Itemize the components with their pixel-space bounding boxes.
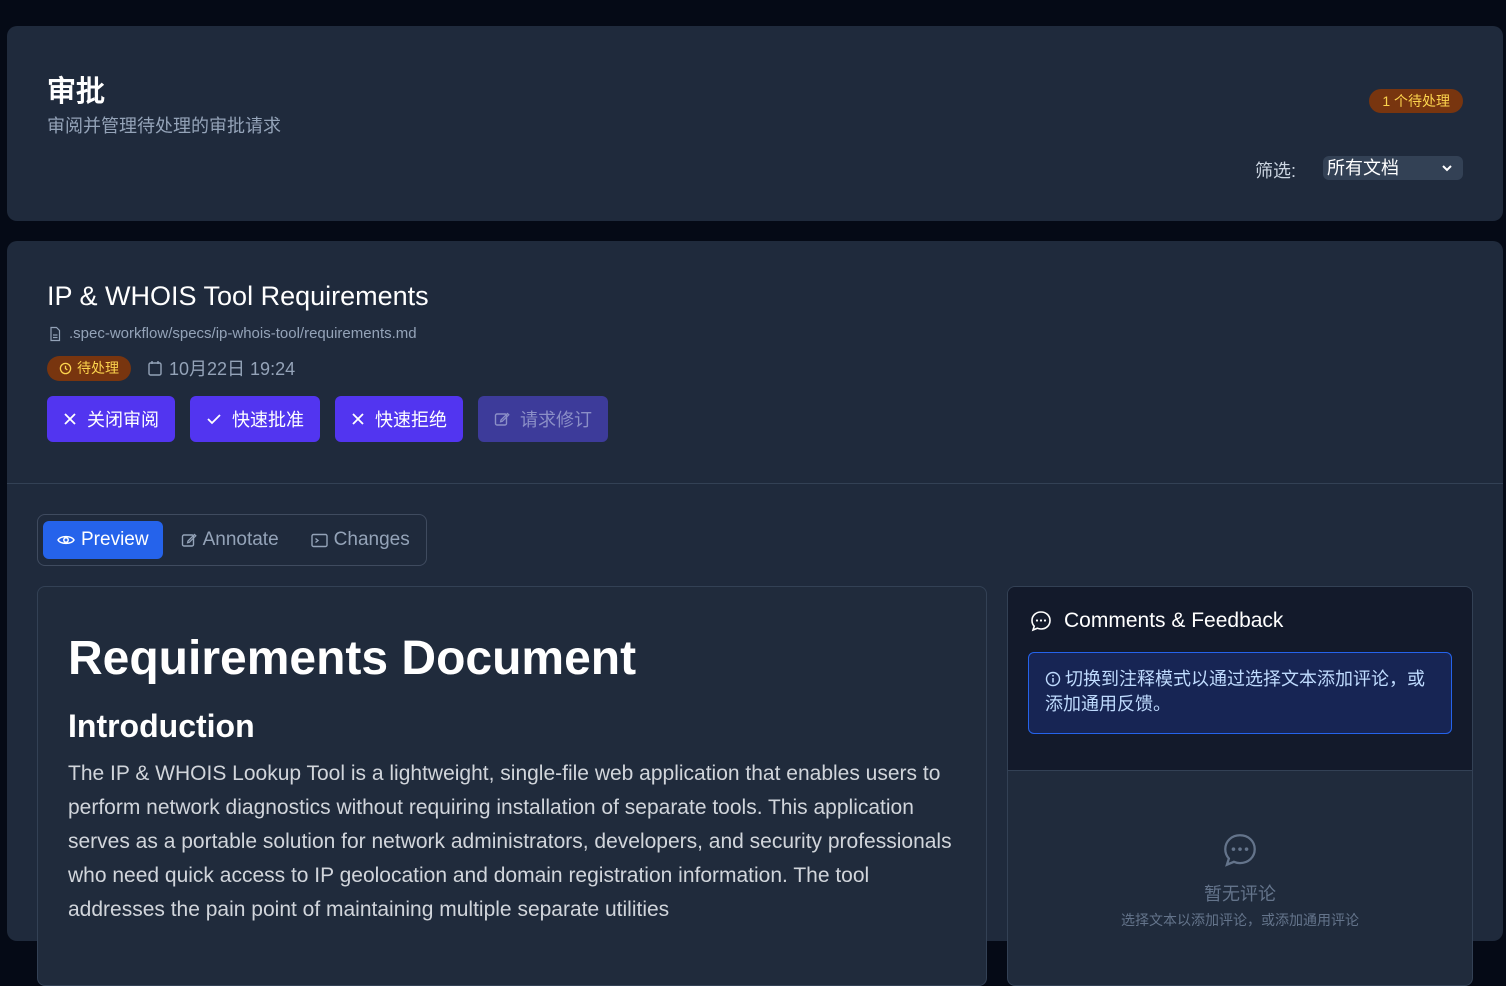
approval-card: IP & WHOIS Tool Requirements .spec-workf… <box>7 241 1503 986</box>
quick-reject-button[interactable]: 快速拒绝 <box>335 396 463 442</box>
document-heading: Requirements Document <box>68 632 637 685</box>
clock-icon <box>59 362 72 375</box>
no-comments-title: 暂无评论 <box>1204 884 1276 904</box>
chat-bubble-icon <box>1008 832 1472 868</box>
comments-title-text: Comments & Feedback <box>1064 609 1284 632</box>
request-date-text: 10月22日 19:24 <box>169 359 296 379</box>
document-paragraph: The IP & WHOIS Lookup Tool is a lightwei… <box>68 762 952 921</box>
tab-annotate-label: Annotate <box>202 529 279 550</box>
request-revision-label: 请求修订 <box>520 410 592 430</box>
edit-icon <box>181 532 197 548</box>
quick-approve-label: 快速批准 <box>232 410 304 430</box>
filter-label: 筛选: <box>1255 161 1297 181</box>
comments-header: Comments & Feedback 切换到注释模式以通过选择文本添加评论，或… <box>1008 587 1472 771</box>
section-divider <box>7 483 1503 484</box>
quick-approve-button[interactable]: 快速批准 <box>190 396 320 442</box>
tab-preview[interactable]: Preview <box>43 521 163 559</box>
chat-bubble-icon <box>1030 610 1052 632</box>
annotate-hint-text: 切换到注释模式以通过选择文本添加评论，或添加通用反馈。 <box>1045 669 1425 714</box>
quick-reject-label: 快速拒绝 <box>375 410 447 430</box>
close-review-label: 关闭审阅 <box>87 410 159 430</box>
view-tabs: Preview Annotate Changes <box>37 514 427 566</box>
no-comments-hint: 选择文本以添加评论，或添加通用评论 <box>1121 912 1359 928</box>
calendar-icon <box>147 359 163 377</box>
pending-count-badge: 1 个待处理 <box>1369 89 1463 113</box>
file-icon <box>47 326 63 342</box>
approvals-header: 审批 审阅并管理待处理的审批请求 1 个待处理 筛选: 所有文档 <box>7 26 1503 221</box>
tab-changes-label: Changes <box>333 529 410 550</box>
eye-icon <box>57 533 75 547</box>
request-date: 10月22日 19:24 <box>147 355 295 381</box>
tab-changes[interactable]: Changes <box>297 521 424 559</box>
terminal-icon <box>310 533 328 548</box>
comments-title: Comments & Feedback <box>1030 609 1283 633</box>
status-text: 待处理 <box>77 359 119 376</box>
filter-select-value: 所有文档 <box>1327 158 1399 178</box>
info-icon <box>1045 671 1061 687</box>
approval-actions: 关闭审阅 快速批准 快速拒绝 请求修订 <box>47 396 608 442</box>
tab-annotate[interactable]: Annotate <box>167 521 293 559</box>
check-icon <box>206 412 222 426</box>
document-preview: Requirements Document Introduction The I… <box>37 586 987 986</box>
status-row: 待处理 10月22日 19:24 <box>47 355 295 381</box>
annotate-hint: 切换到注释模式以通过选择文本添加评论，或添加通用反馈。 <box>1028 652 1452 734</box>
chevron-down-icon <box>1441 156 1453 180</box>
page-title: 审批 <box>47 76 106 108</box>
close-icon <box>63 412 77 426</box>
page-subtitle: 审阅并管理待处理的审批请求 <box>47 116 281 136</box>
filter-select[interactable]: 所有文档 <box>1323 156 1463 180</box>
comments-panel: Comments & Feedback 切换到注释模式以通过选择文本添加评论，或… <box>1007 586 1473 986</box>
edit-icon <box>494 411 510 427</box>
document-path: .spec-workflow/specs/ip-whois-tool/requi… <box>47 325 417 342</box>
close-icon <box>351 412 365 426</box>
document-subheading: Introduction <box>68 708 255 744</box>
document-title: IP & WHOIS Tool Requirements <box>47 281 429 311</box>
document-path-text: .spec-workflow/specs/ip-whois-tool/requi… <box>69 325 417 342</box>
request-revision-button[interactable]: 请求修订 <box>478 396 608 442</box>
status-badge: 待处理 <box>47 355 131 381</box>
tab-preview-label: Preview <box>81 529 149 550</box>
close-review-button[interactable]: 关闭审阅 <box>47 396 175 442</box>
